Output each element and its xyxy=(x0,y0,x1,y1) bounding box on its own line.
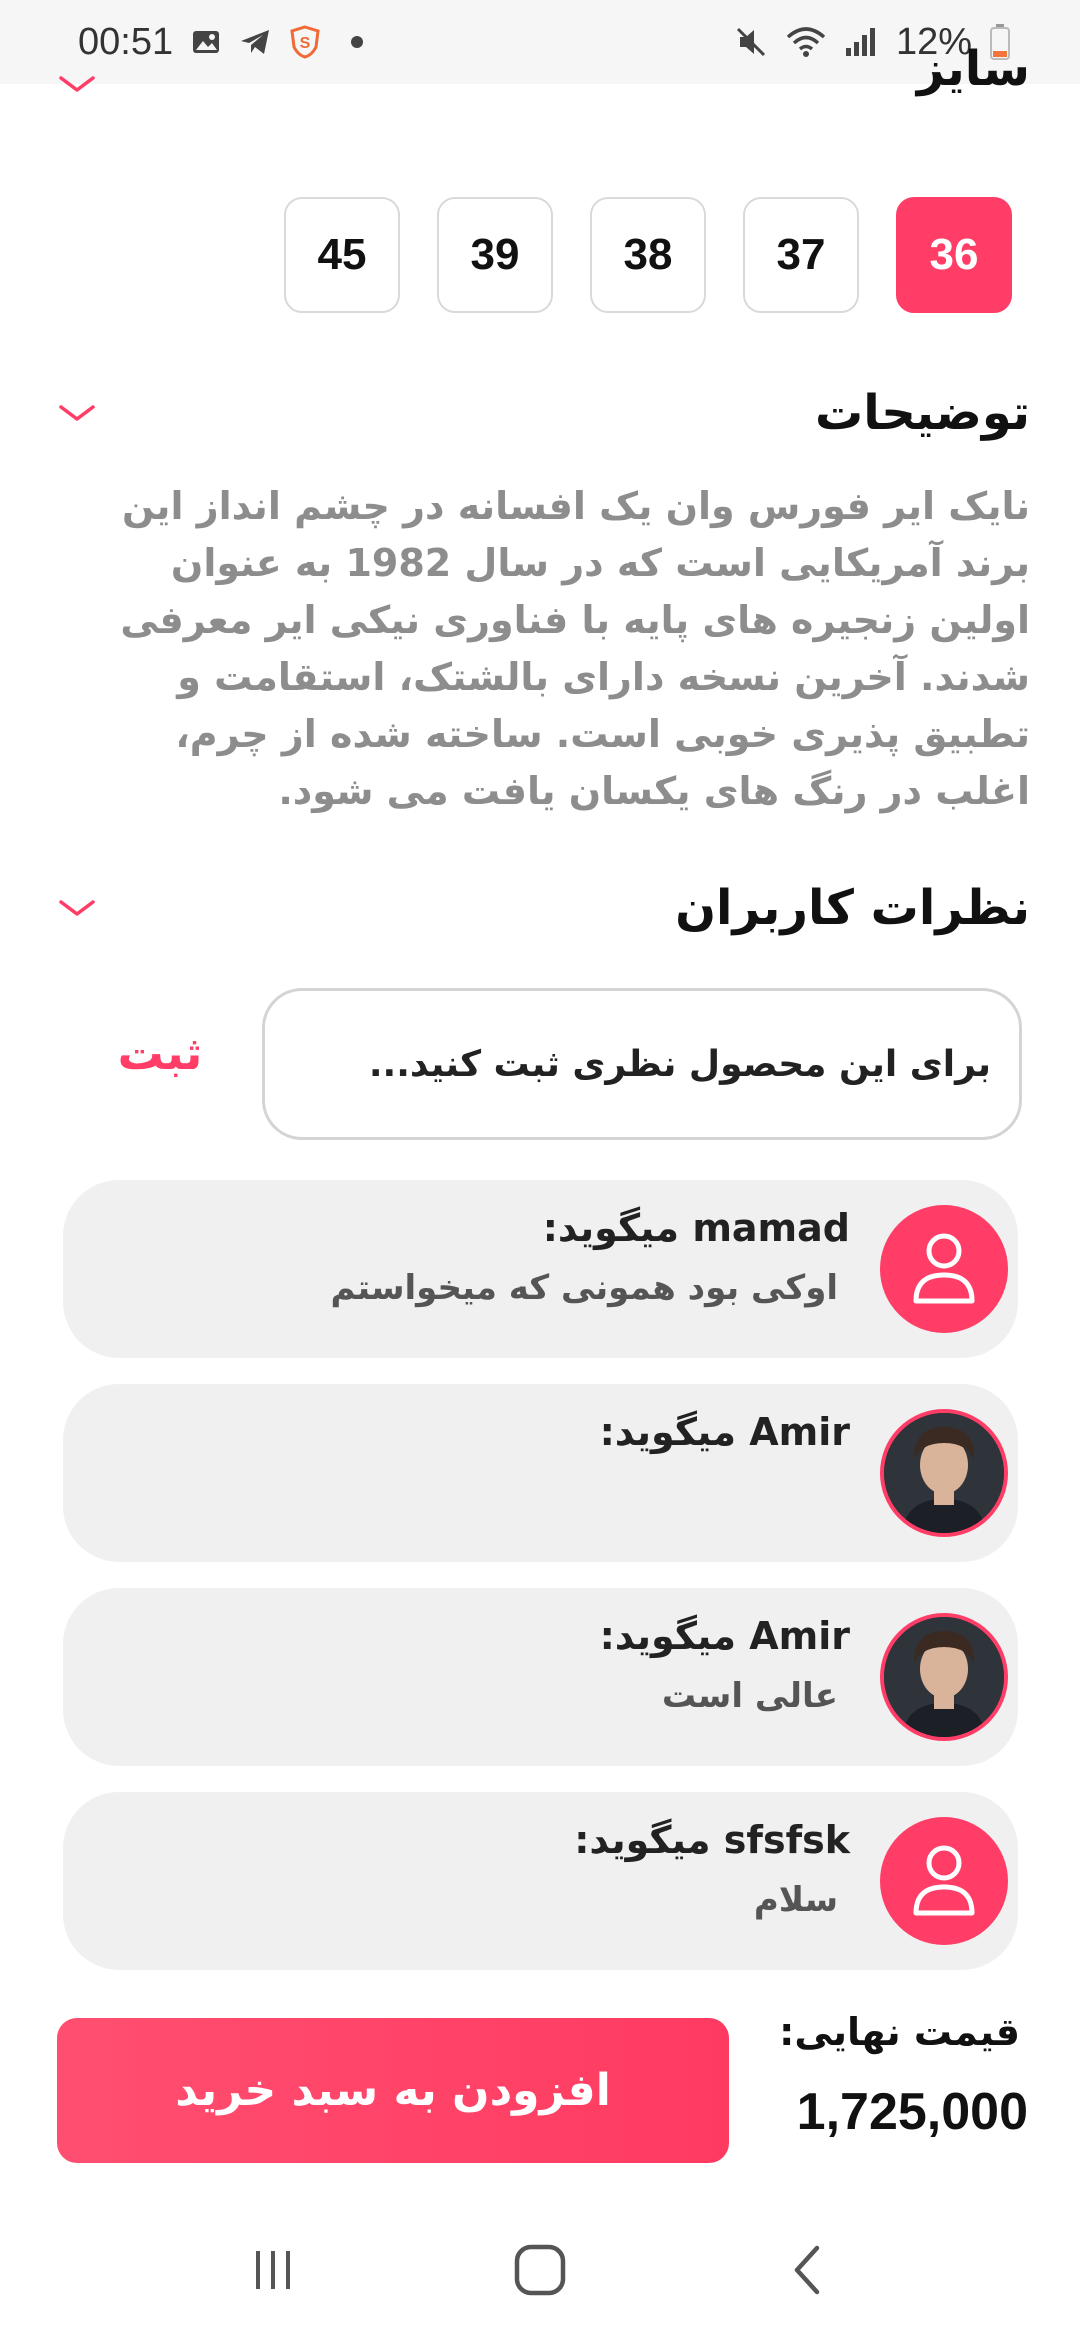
recent-apps-icon xyxy=(256,2251,291,2289)
user-icon xyxy=(913,1233,975,1304)
telegram-icon xyxy=(239,27,271,57)
chevron-down-icon[interactable] xyxy=(55,894,99,922)
mute-icon xyxy=(734,25,768,59)
comment-input[interactable] xyxy=(262,988,1022,1140)
shield-app-icon: S xyxy=(289,25,321,59)
status-time: 00:51 xyxy=(78,20,174,63)
avatar xyxy=(880,1613,1008,1741)
user-icon xyxy=(913,1845,975,1916)
signal-icon xyxy=(844,26,878,58)
user-photo-icon xyxy=(884,1413,1004,1533)
size-section-header[interactable]: سایز xyxy=(55,41,1030,98)
size-option-37[interactable]: 37 xyxy=(743,197,859,313)
status-left: 00:51 S xyxy=(78,20,364,64)
size-option-36[interactable]: 36 xyxy=(896,197,1012,313)
size-title: سایز xyxy=(916,41,1030,97)
size-option-45[interactable]: 45 xyxy=(284,197,400,313)
product-description: نایک ایر فورس وان یک افسانه در چشم انداز… xyxy=(120,484,1030,813)
system-nav-bar xyxy=(0,2200,1080,2340)
comment-text: سلام xyxy=(753,1880,838,1920)
add-to-cart-button[interactable]: افزودن به سبد خرید xyxy=(57,2018,729,2163)
chevron-down-icon[interactable] xyxy=(55,399,99,427)
user-photo-icon xyxy=(884,1617,1004,1737)
recent-apps-button[interactable] xyxy=(228,2225,318,2315)
comments-section-header[interactable]: نظرات کاربران xyxy=(55,880,1030,936)
avatar xyxy=(880,1409,1008,1537)
size-options: 36 37 38 39 45 xyxy=(282,197,1012,313)
size-option-39[interactable]: 39 xyxy=(437,197,553,313)
home-button[interactable] xyxy=(495,2225,585,2315)
chevron-down-icon[interactable] xyxy=(55,70,99,98)
comment-card: Amir میگوید: عالی است xyxy=(63,1588,1018,1766)
comments-title: نظرات کاربران xyxy=(675,880,1030,936)
back-button[interactable] xyxy=(762,2225,852,2315)
size-option-38[interactable]: 38 xyxy=(590,197,706,313)
price-label: قیمت نهایی: xyxy=(779,2010,1020,2054)
home-icon xyxy=(514,2244,566,2296)
comment-author: Amir میگوید: xyxy=(599,1410,850,1454)
gallery-icon xyxy=(191,27,221,57)
price-value: 1,725,000 xyxy=(796,2083,1028,2141)
svg-text:S: S xyxy=(300,35,311,52)
comment-text: اوکی بود همونی که میخواستم xyxy=(330,1268,838,1308)
avatar xyxy=(880,1205,1008,1333)
submit-comment-button[interactable]: ثبت xyxy=(110,1018,210,1088)
comment-author: sfsfsk میگوید: xyxy=(574,1818,850,1862)
back-icon xyxy=(794,2245,819,2295)
comment-text: عالی است xyxy=(661,1676,838,1716)
avatar xyxy=(880,1817,1008,1945)
description-section-header[interactable]: توضیحات xyxy=(55,385,1030,441)
comment-card: Amir میگوید: xyxy=(63,1384,1018,1562)
notification-dot-icon xyxy=(351,36,364,48)
comment-author: Amir میگوید: xyxy=(599,1614,850,1658)
comment-card: mamad میگوید: اوکی بود همونی که میخواستم xyxy=(63,1180,1018,1358)
wifi-icon xyxy=(786,25,826,59)
description-title: توضیحات xyxy=(815,385,1030,441)
comment-author: mamad میگوید: xyxy=(542,1206,850,1250)
comment-card: sfsfsk میگوید: سلام xyxy=(63,1792,1018,1970)
